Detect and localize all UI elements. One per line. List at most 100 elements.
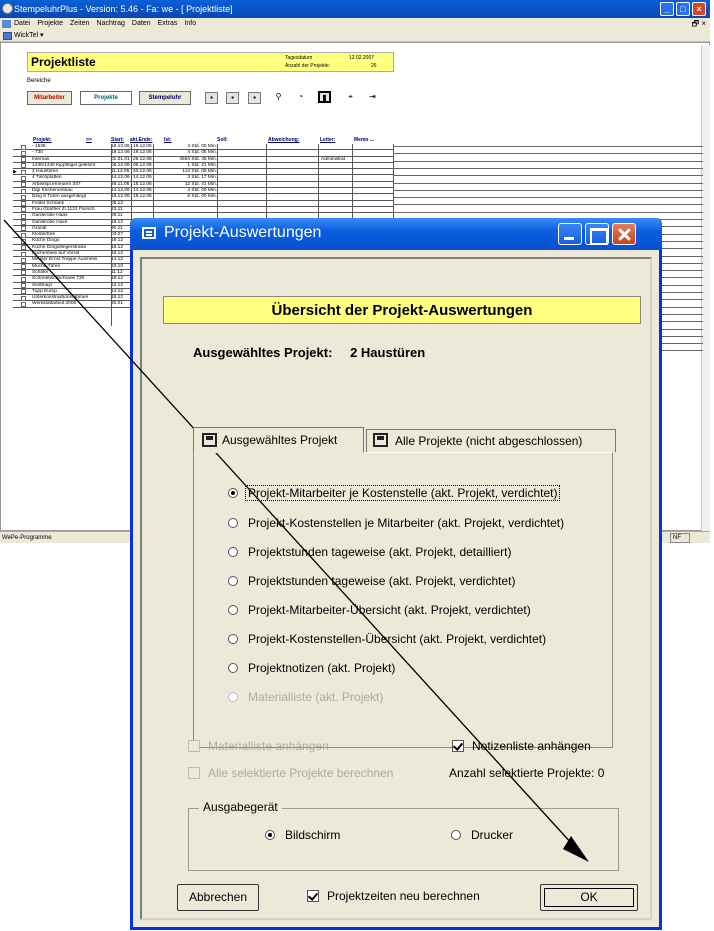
stempeluhr-button[interactable]: Stempeluhr bbox=[139, 91, 191, 105]
tab-alle-projekte[interactable]: Alle Projekte (nicht abgeschlossen) bbox=[366, 429, 616, 452]
radio-circle[interactable] bbox=[451, 830, 461, 840]
row-checkbox[interactable] bbox=[21, 144, 26, 150]
projekte-button[interactable]: Projekte bbox=[80, 91, 132, 105]
row-checkbox[interactable] bbox=[21, 238, 26, 244]
radio-circle[interactable] bbox=[228, 488, 238, 498]
cell-start: 19.12 bbox=[111, 238, 124, 244]
menu-nachtrag[interactable]: Nachtrag bbox=[97, 18, 125, 30]
clock-icon[interactable]: ◔ bbox=[294, 92, 307, 104]
selected-project: Ausgewähltes Projekt: 2 Haustüren bbox=[193, 345, 425, 360]
cell-start: 18.12 bbox=[111, 219, 124, 225]
dialog-maximize-button[interactable] bbox=[585, 223, 609, 245]
row-checkbox[interactable] bbox=[21, 301, 26, 307]
col-expand[interactable]: >> bbox=[86, 137, 92, 143]
col-akt-ende[interactable]: akt.Ende: bbox=[130, 137, 153, 143]
radio-circle[interactable] bbox=[228, 663, 238, 673]
cell-start: 30.01 bbox=[111, 301, 124, 307]
row-checkbox[interactable] bbox=[21, 207, 26, 213]
col-ist[interactable]: Ist: bbox=[164, 137, 172, 143]
radio-circle[interactable] bbox=[228, 518, 238, 528]
cell-projekt: Schäfer bbox=[32, 269, 49, 275]
window-menu-icon[interactable] bbox=[142, 227, 156, 239]
row-checkbox[interactable] bbox=[21, 226, 26, 232]
grid-line bbox=[393, 175, 703, 177]
radio-circle[interactable] bbox=[228, 547, 238, 557]
col-soll[interactable]: Soll: bbox=[217, 137, 228, 143]
menu-bar: Datei Projekte Zeiten Nachtrag Daten Ext… bbox=[0, 18, 710, 30]
abbrechen-button[interactable]: Abbrechen bbox=[177, 884, 259, 911]
row-checkbox[interactable] bbox=[21, 264, 26, 270]
ok-button[interactable]: OK bbox=[540, 884, 638, 911]
row-checkbox[interactable] bbox=[21, 201, 26, 207]
col-memo[interactable]: Memo ... bbox=[354, 137, 374, 143]
menu-projekte[interactable]: Projekte bbox=[37, 18, 63, 30]
row-checkbox[interactable] bbox=[21, 175, 26, 181]
menu-info[interactable]: Info bbox=[184, 18, 196, 30]
toolbar-wicktel-button[interactable]: WickTel ▾ bbox=[14, 32, 44, 39]
binoculars-icon[interactable]: ⚲ bbox=[272, 92, 285, 104]
option-label: Projektstunden tageweise (akt. Projekt, … bbox=[248, 574, 516, 588]
row-checkbox[interactable] bbox=[21, 163, 26, 169]
row-checkbox[interactable] bbox=[21, 150, 26, 156]
cell-projekt: Sedlmayr bbox=[32, 282, 53, 288]
col-abweichung[interactable]: Abweichung: bbox=[268, 137, 299, 143]
row-checkbox[interactable] bbox=[21, 283, 26, 289]
row-checkbox[interactable] bbox=[21, 182, 26, 188]
row-checkbox[interactable] bbox=[21, 194, 26, 200]
save-check-icon[interactable]: ▪ bbox=[248, 92, 261, 104]
cell-start: 19.12 bbox=[111, 276, 124, 282]
col-start[interactable]: Start: bbox=[111, 137, 124, 143]
mitarbeiter-button[interactable]: Mitarbeiter bbox=[27, 91, 72, 105]
edit-save-icon[interactable]: ▪ bbox=[226, 92, 239, 104]
checkbox-box[interactable] bbox=[452, 740, 464, 752]
cell-leiter: Administrat bbox=[321, 156, 345, 162]
main-title-bar[interactable]: StempeluhrPlus - Version: 5.46 - Fa: we … bbox=[0, 0, 710, 18]
menu-zeiten[interactable]: Zeiten bbox=[70, 18, 89, 30]
dialog-title-bar[interactable]: Projekt-Auswertungen bbox=[130, 218, 662, 250]
row-checkbox[interactable] bbox=[21, 289, 26, 295]
exit-icon[interactable]: ⇥ bbox=[366, 92, 379, 104]
row-checkbox[interactable] bbox=[21, 169, 26, 175]
vertical-scrollbar[interactable] bbox=[701, 45, 710, 531]
grid-line bbox=[393, 182, 703, 184]
radio-circle[interactable] bbox=[228, 634, 238, 644]
menu-daten[interactable]: Daten bbox=[132, 18, 151, 30]
cell-start: 23.10 bbox=[111, 263, 124, 269]
save-icon[interactable]: ▪ bbox=[205, 92, 218, 104]
row-checkbox[interactable] bbox=[21, 295, 26, 301]
row-checkbox[interactable] bbox=[21, 232, 26, 238]
maximize-button[interactable]: □ bbox=[676, 2, 690, 16]
cell-ende: 19.12.06 bbox=[133, 150, 152, 156]
chart-icon[interactable]: ▮ bbox=[318, 91, 331, 103]
col-projekt[interactable]: Projekt: bbox=[33, 137, 52, 143]
row-checkbox[interactable] bbox=[21, 220, 26, 226]
multi-save-icon bbox=[373, 433, 388, 447]
minimize-button[interactable]: _ bbox=[660, 2, 674, 16]
dialog-minimize-button[interactable] bbox=[558, 223, 582, 245]
group-label: Ausgabegerät bbox=[199, 800, 282, 814]
cell-ende: 06.12.06 bbox=[133, 162, 152, 168]
close-button[interactable]: × bbox=[692, 2, 706, 16]
row-checkbox[interactable] bbox=[21, 257, 26, 263]
tab-label: Ausgewähltes Projekt bbox=[222, 433, 338, 447]
row-checkbox[interactable] bbox=[21, 188, 26, 194]
tab-ausgewaehltes-projekt[interactable]: Ausgewähltes Projekt bbox=[193, 427, 364, 453]
checkbox-box[interactable] bbox=[307, 890, 319, 902]
radio-circle[interactable] bbox=[228, 605, 238, 615]
pin-icon[interactable]: ⌖ bbox=[344, 92, 357, 104]
row-checkbox[interactable] bbox=[21, 245, 26, 251]
menu-datei[interactable]: Datei bbox=[14, 18, 30, 30]
radio-circle[interactable] bbox=[265, 830, 275, 840]
cell-start: 05.12 bbox=[111, 200, 124, 206]
row-checkbox[interactable] bbox=[21, 213, 26, 219]
menu-extras[interactable]: Extras bbox=[158, 18, 178, 30]
col-leiter[interactable]: Leiter: bbox=[320, 137, 335, 143]
dialog-close-button[interactable] bbox=[612, 223, 636, 245]
mdi-controls[interactable]: 🗗 × bbox=[692, 18, 706, 30]
radio-circle[interactable] bbox=[228, 576, 238, 586]
row-checkbox[interactable] bbox=[21, 270, 26, 276]
row-checkbox[interactable] bbox=[21, 251, 26, 257]
checkbox-box bbox=[188, 740, 200, 752]
row-checkbox[interactable] bbox=[21, 276, 26, 282]
row-checkbox[interactable] bbox=[21, 157, 26, 163]
